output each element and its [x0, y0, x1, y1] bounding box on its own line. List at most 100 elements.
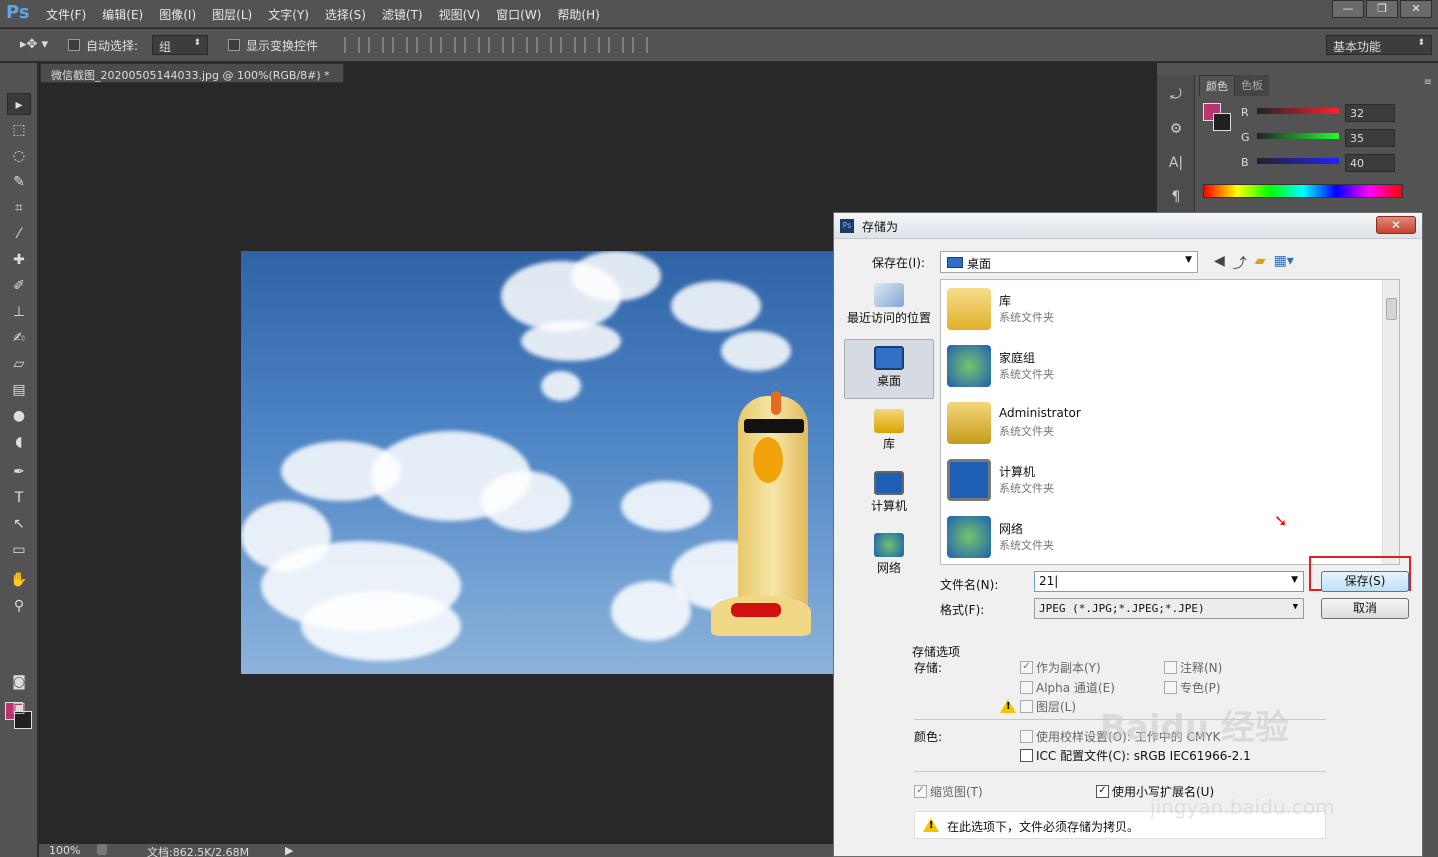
- workspace-dropdown[interactable]: 基本功能 ⬍: [1326, 35, 1432, 55]
- distribute-bottom-icon[interactable]: [536, 37, 552, 53]
- thumbnail-checkbox[interactable]: 缩览图(T): [914, 783, 983, 800]
- auto-select-dropdown[interactable]: 组 ⬍: [152, 35, 208, 55]
- menu-filter[interactable]: 滤镜(T): [382, 6, 423, 23]
- align-bottom-icon[interactable]: [392, 37, 408, 53]
- list-item[interactable]: 家庭组 系统文件夹: [947, 339, 1367, 393]
- marquee-tool-icon[interactable]: ⬚: [7, 119, 31, 141]
- new-folder-icon[interactable]: ▰: [1255, 253, 1266, 273]
- pen-tool-icon[interactable]: ✒: [7, 461, 31, 483]
- zoom-level[interactable]: 100%: [49, 844, 80, 857]
- menu-edit[interactable]: 编辑(E): [102, 6, 143, 23]
- save-button[interactable]: 保存(S): [1321, 571, 1409, 592]
- distribute-top-icon[interactable]: [488, 37, 504, 53]
- filename-input[interactable]: 21| ▼: [1034, 571, 1304, 592]
- cancel-button[interactable]: 取消: [1321, 598, 1409, 619]
- menu-image[interactable]: 图像(I): [159, 6, 196, 23]
- quick-mask-icon[interactable]: ◙: [7, 671, 31, 693]
- brush-tool-icon[interactable]: ✐: [7, 275, 31, 297]
- layers-checkbox[interactable]: 图层(L): [1020, 698, 1076, 715]
- panel-menu-icon[interactable]: ≡: [1424, 77, 1432, 88]
- chevron-down-icon[interactable]: ▼: [1291, 575, 1298, 585]
- menu-type[interactable]: 文字(Y): [268, 6, 309, 23]
- quick-select-tool-icon[interactable]: ✎: [7, 171, 31, 193]
- scrollbar-thumb[interactable]: [1386, 298, 1397, 320]
- dodge-tool-icon[interactable]: ◖: [7, 431, 31, 453]
- list-item[interactable]: 库 系统文件夹: [947, 282, 1367, 336]
- auto-align-icon[interactable]: [632, 37, 648, 53]
- place-library[interactable]: 库: [844, 409, 934, 452]
- close-button[interactable]: ✕: [1400, 0, 1432, 18]
- tab-swatches[interactable]: 色板: [1235, 75, 1269, 96]
- zoom-tool-icon[interactable]: ⚲: [7, 595, 31, 617]
- lasso-tool-icon[interactable]: ◌: [7, 145, 31, 167]
- dialog-close-button[interactable]: ✕: [1376, 216, 1416, 234]
- clone-stamp-tool-icon[interactable]: ⊥: [7, 301, 31, 323]
- place-network[interactable]: 网络: [844, 533, 934, 576]
- format-dropdown[interactable]: JPEG (*.JPG;*.JPEG;*.JPE) ▼: [1034, 598, 1304, 619]
- menu-view[interactable]: 视图(V): [439, 6, 481, 23]
- menu-help[interactable]: 帮助(H): [557, 6, 599, 23]
- align-top-icon[interactable]: [344, 37, 360, 53]
- move-tool-preset-icon[interactable]: ▸✥ ▾: [20, 37, 48, 52]
- icc-checkbox[interactable]: ICC 配置文件(C): sRGB IEC61966-2.1: [1020, 747, 1251, 764]
- distribute-right-icon[interactable]: [608, 37, 624, 53]
- crop-tool-icon[interactable]: ⌗: [7, 197, 31, 219]
- notes-checkbox[interactable]: 注释(N): [1164, 659, 1222, 676]
- paragraph-panel-icon[interactable]: ¶: [1163, 189, 1189, 211]
- document-tab[interactable]: 微信截图_20200505144033.jpg @ 100%(RGB/8#) *…: [40, 63, 344, 96]
- red-slider[interactable]: [1257, 108, 1339, 114]
- place-recent[interactable]: 最近访问的位置: [844, 283, 934, 326]
- red-value[interactable]: 32: [1345, 104, 1395, 122]
- view-menu-icon[interactable]: ▦▾: [1274, 253, 1294, 273]
- properties-panel-icon[interactable]: ⚙: [1163, 121, 1189, 143]
- place-desktop[interactable]: 桌面: [844, 339, 934, 399]
- minimize-button[interactable]: —: [1332, 0, 1364, 18]
- path-select-tool-icon[interactable]: ↖: [7, 513, 31, 535]
- show-transform-checkbox[interactable]: [228, 39, 240, 51]
- shape-tool-icon[interactable]: ▭: [7, 539, 31, 561]
- menu-layer[interactable]: 图层(L): [212, 6, 252, 23]
- hand-tool-icon[interactable]: ✋: [7, 569, 31, 591]
- align-left-icon[interactable]: [416, 37, 432, 53]
- align-hcenter-icon[interactable]: [440, 37, 456, 53]
- align-vcenter-icon[interactable]: [368, 37, 384, 53]
- up-folder-icon[interactable]: ⤴: [1233, 253, 1247, 273]
- blue-slider[interactable]: [1257, 158, 1339, 164]
- history-panel-icon[interactable]: ⤾: [1163, 87, 1189, 109]
- type-tool-icon[interactable]: T: [7, 487, 31, 509]
- place-computer[interactable]: 计算机: [844, 471, 934, 514]
- distribute-hcenter-icon[interactable]: [584, 37, 600, 53]
- list-item[interactable]: 计算机 系统文件夹: [947, 453, 1367, 507]
- save-in-dropdown[interactable]: 桌面 ▼: [940, 251, 1198, 273]
- menu-select[interactable]: 选择(S): [325, 6, 366, 23]
- file-list-scrollbar[interactable]: [1382, 280, 1399, 564]
- list-item[interactable]: Administrator 系统文件夹: [947, 396, 1367, 450]
- tab-color[interactable]: 颜色: [1199, 75, 1235, 96]
- color-panel-background[interactable]: [1213, 113, 1231, 131]
- list-item[interactable]: 网络 系统文件夹: [947, 510, 1367, 564]
- history-brush-tool-icon[interactable]: ✍: [7, 327, 31, 349]
- character-panel-icon[interactable]: A|: [1163, 155, 1189, 177]
- status-menu-arrow-icon[interactable]: ▶: [285, 844, 293, 857]
- menu-window[interactable]: 窗口(W): [496, 6, 541, 23]
- green-slider[interactable]: [1257, 133, 1339, 139]
- menu-file[interactable]: 文件(F): [46, 6, 86, 23]
- back-icon[interactable]: ◀: [1214, 253, 1225, 273]
- healing-brush-tool-icon[interactable]: ✚: [7, 249, 31, 271]
- status-export-icon[interactable]: [97, 844, 107, 855]
- screen-mode-icon[interactable]: ▣: [7, 697, 31, 719]
- blur-tool-icon[interactable]: ●: [7, 405, 31, 427]
- alpha-checkbox[interactable]: Alpha 通道(E): [1020, 679, 1115, 696]
- as-copy-checkbox[interactable]: 作为副本(Y): [1020, 659, 1101, 676]
- restore-button[interactable]: ❐: [1366, 0, 1398, 18]
- eraser-tool-icon[interactable]: ▱: [7, 353, 31, 375]
- distribute-vcenter-icon[interactable]: [512, 37, 528, 53]
- distribute-left-icon[interactable]: [560, 37, 576, 53]
- spot-checkbox[interactable]: 专色(P): [1164, 679, 1221, 696]
- align-right-icon[interactable]: [464, 37, 480, 53]
- blue-value[interactable]: 40: [1345, 154, 1395, 172]
- green-value[interactable]: 35: [1345, 129, 1395, 147]
- gradient-tool-icon[interactable]: ▤: [7, 379, 31, 401]
- move-tool-icon[interactable]: ▸: [7, 93, 31, 115]
- color-spectrum-bar[interactable]: [1203, 184, 1403, 198]
